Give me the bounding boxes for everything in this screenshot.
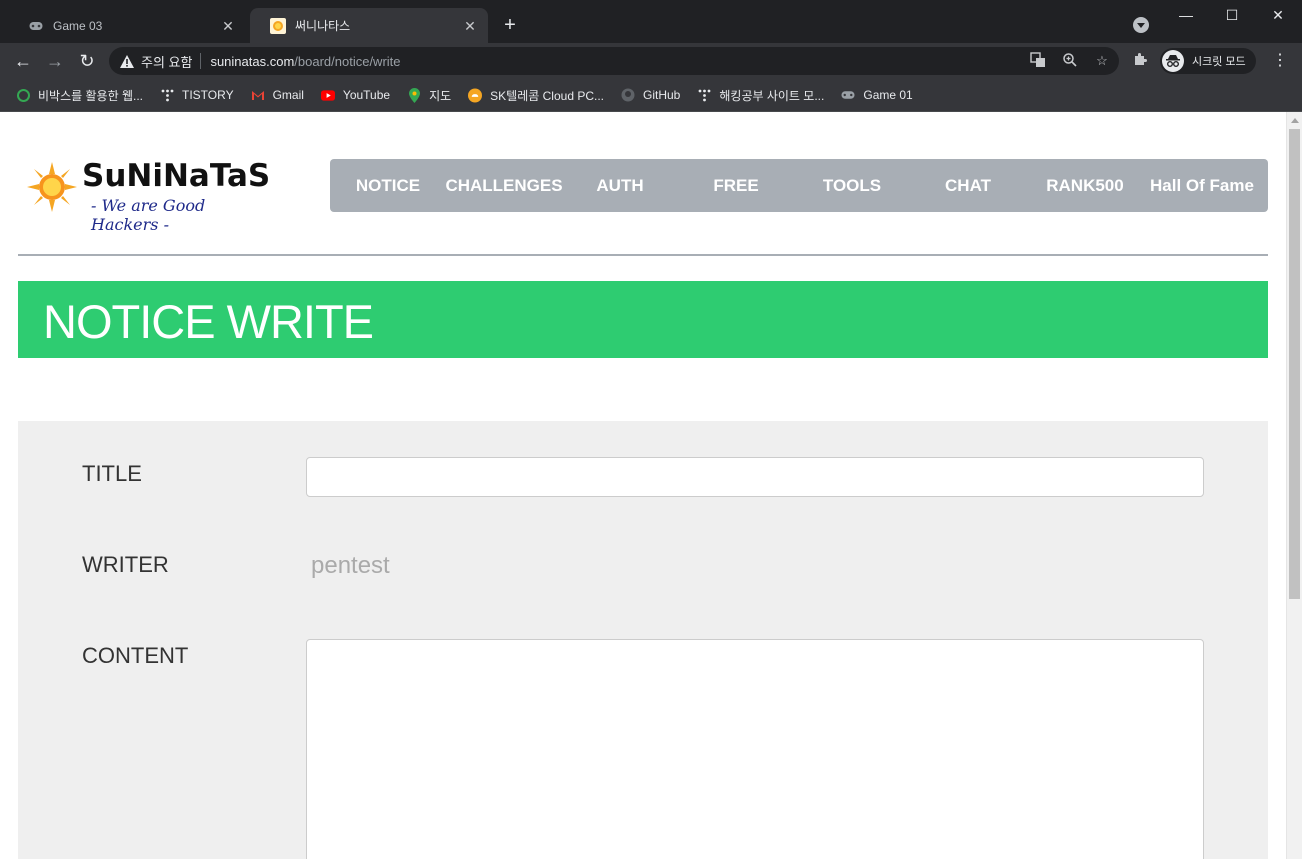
close-icon[interactable]: ✕: [462, 18, 478, 34]
tab-title: 써니나타스: [295, 19, 351, 33]
bookmark-label: Game 01: [863, 88, 913, 102]
nav-hall-of-fame[interactable]: Hall Of Fame: [1146, 159, 1258, 212]
close-icon[interactable]: ✕: [220, 18, 236, 34]
close-window-button[interactable]: ✕: [1255, 0, 1301, 30]
bookmark-item[interactable]: 비박스를 활용한 웹...: [16, 87, 143, 104]
new-tab-button[interactable]: +: [499, 14, 521, 36]
reload-icon[interactable]: ↻: [75, 49, 99, 73]
forward-icon[interactable]: →: [43, 49, 67, 73]
logo-tagline: - We are Good Hackers -: [91, 196, 206, 234]
star-icon[interactable]: ☆: [1093, 52, 1111, 70]
incognito-label: 시크릿 모드: [1192, 56, 1246, 68]
title-label: TITLE: [82, 461, 142, 486]
more-menu-icon[interactable]: ⋮: [1272, 52, 1288, 70]
page-banner: NOTICE WRITE: [18, 281, 1268, 358]
content-label: CONTENT: [82, 643, 189, 668]
youtube-icon: [320, 88, 335, 102]
translate-icon[interactable]: [1029, 52, 1047, 70]
github-icon: [621, 88, 635, 102]
bookmark-label: YouTube: [342, 88, 391, 102]
notice-write-form: TITLE WRITER pentest CONTENT: [18, 421, 1268, 859]
url-path: /board/notice/write: [294, 53, 401, 69]
maximize-button[interactable]: ☐: [1209, 0, 1255, 30]
tab-game-03[interactable]: Game 03 ✕: [8, 8, 246, 43]
bookmark-label: 비박스를 활용한 웹...: [38, 88, 143, 103]
tistory-icon: [160, 88, 174, 102]
bookmark-item[interactable]: YouTube: [320, 88, 391, 102]
nav-chat[interactable]: CHAT: [928, 159, 1008, 212]
nav-notice[interactable]: NOTICE: [348, 159, 428, 212]
title-input[interactable]: [306, 457, 1204, 497]
extensions-icon[interactable]: [1131, 52, 1149, 70]
writer-value: pentest: [311, 552, 390, 579]
warning-icon[interactable]: [119, 53, 135, 69]
incognito-profile-button[interactable]: 시크릿 모드: [1160, 48, 1256, 74]
writer-label: WRITER: [82, 552, 169, 577]
page-scrollbar[interactable]: [1286, 112, 1302, 859]
maps-pin-icon: [407, 87, 421, 103]
green-circle-icon: [16, 88, 30, 102]
gmail-icon: [251, 88, 265, 102]
address-bar[interactable]: 주의 요함 suninatas.com /board/notice/write …: [109, 47, 1119, 75]
bookmark-label: SK텔레콤 Cloud PC...: [490, 88, 604, 103]
bookmark-item[interactable]: 지도: [407, 87, 451, 104]
page-title: NOTICE WRITE: [43, 295, 374, 348]
bookmark-label: TISTORY: [182, 88, 234, 102]
main-nav: NOTICE CHALLENGES AUTH FREE TOOLS CHAT R…: [330, 159, 1268, 212]
nav-tools[interactable]: TOOLS: [812, 159, 892, 212]
tab-title: Game 03: [53, 18, 103, 33]
header-divider: [18, 254, 1268, 256]
sun-favicon-icon: [270, 17, 286, 34]
nav-auth[interactable]: AUTH: [580, 159, 660, 212]
bookmark-label: 지도: [429, 88, 452, 103]
separator: [200, 53, 202, 69]
cloud-icon: [468, 88, 483, 102]
incognito-icon: [1162, 50, 1184, 72]
bookmark-item[interactable]: Game 01: [841, 88, 913, 102]
browser-toolbar: ← → ↻ 주의 요함 suninatas.com /board/notice/…: [0, 43, 1302, 79]
logo-text: SuNiNaTaS: [82, 158, 271, 194]
gamepad-icon: [841, 88, 855, 102]
bookmark-item[interactable]: Gmail: [251, 88, 304, 102]
bookmarks-bar: 비박스를 활용한 웹... TISTORY Gmail YouTube 지도 S…: [0, 79, 1302, 112]
security-warning-text: 주의 요함: [141, 54, 193, 70]
tistory-icon: [697, 88, 711, 102]
tab-search-icon[interactable]: [1133, 17, 1149, 33]
site-logo[interactable]: SuNiNaTaS - We are Good Hackers -: [27, 158, 271, 234]
nav-challenges[interactable]: CHALLENGES: [444, 159, 564, 212]
bookmark-item[interactable]: SK텔레콤 Cloud PC...: [468, 87, 604, 104]
bookmark-item[interactable]: 해킹공부 사이트 모...: [697, 87, 824, 104]
zoom-icon[interactable]: [1061, 52, 1079, 70]
gamepad-icon: [28, 18, 44, 34]
sun-logo-icon: [27, 162, 77, 212]
bookmark-label: Gmail: [272, 88, 304, 102]
scrollbar-thumb[interactable]: [1289, 129, 1300, 599]
bookmark-label: GitHub: [643, 88, 681, 102]
bookmark-item[interactable]: GitHub: [621, 88, 680, 102]
content-textarea[interactable]: [306, 639, 1204, 859]
nav-rank500[interactable]: RANK500: [1042, 159, 1128, 212]
scroll-up-arrow-icon[interactable]: [1291, 118, 1299, 123]
page-viewport: SuNiNaTaS - We are Good Hackers - NOTICE…: [0, 112, 1302, 859]
url-host: suninatas.com: [210, 53, 295, 69]
minimize-button[interactable]: —: [1163, 0, 1209, 30]
back-icon[interactable]: ←: [11, 49, 35, 73]
tab-strip: Game 03 ✕ 써니나타스 ✕ + — ☐ ✕: [0, 0, 1302, 43]
nav-free[interactable]: FREE: [696, 159, 776, 212]
bookmark-label: 해킹공부 사이트 모...: [719, 88, 825, 103]
tab-suninatas[interactable]: 써니나타스 ✕: [250, 8, 488, 43]
bookmark-item[interactable]: TISTORY: [160, 88, 234, 102]
